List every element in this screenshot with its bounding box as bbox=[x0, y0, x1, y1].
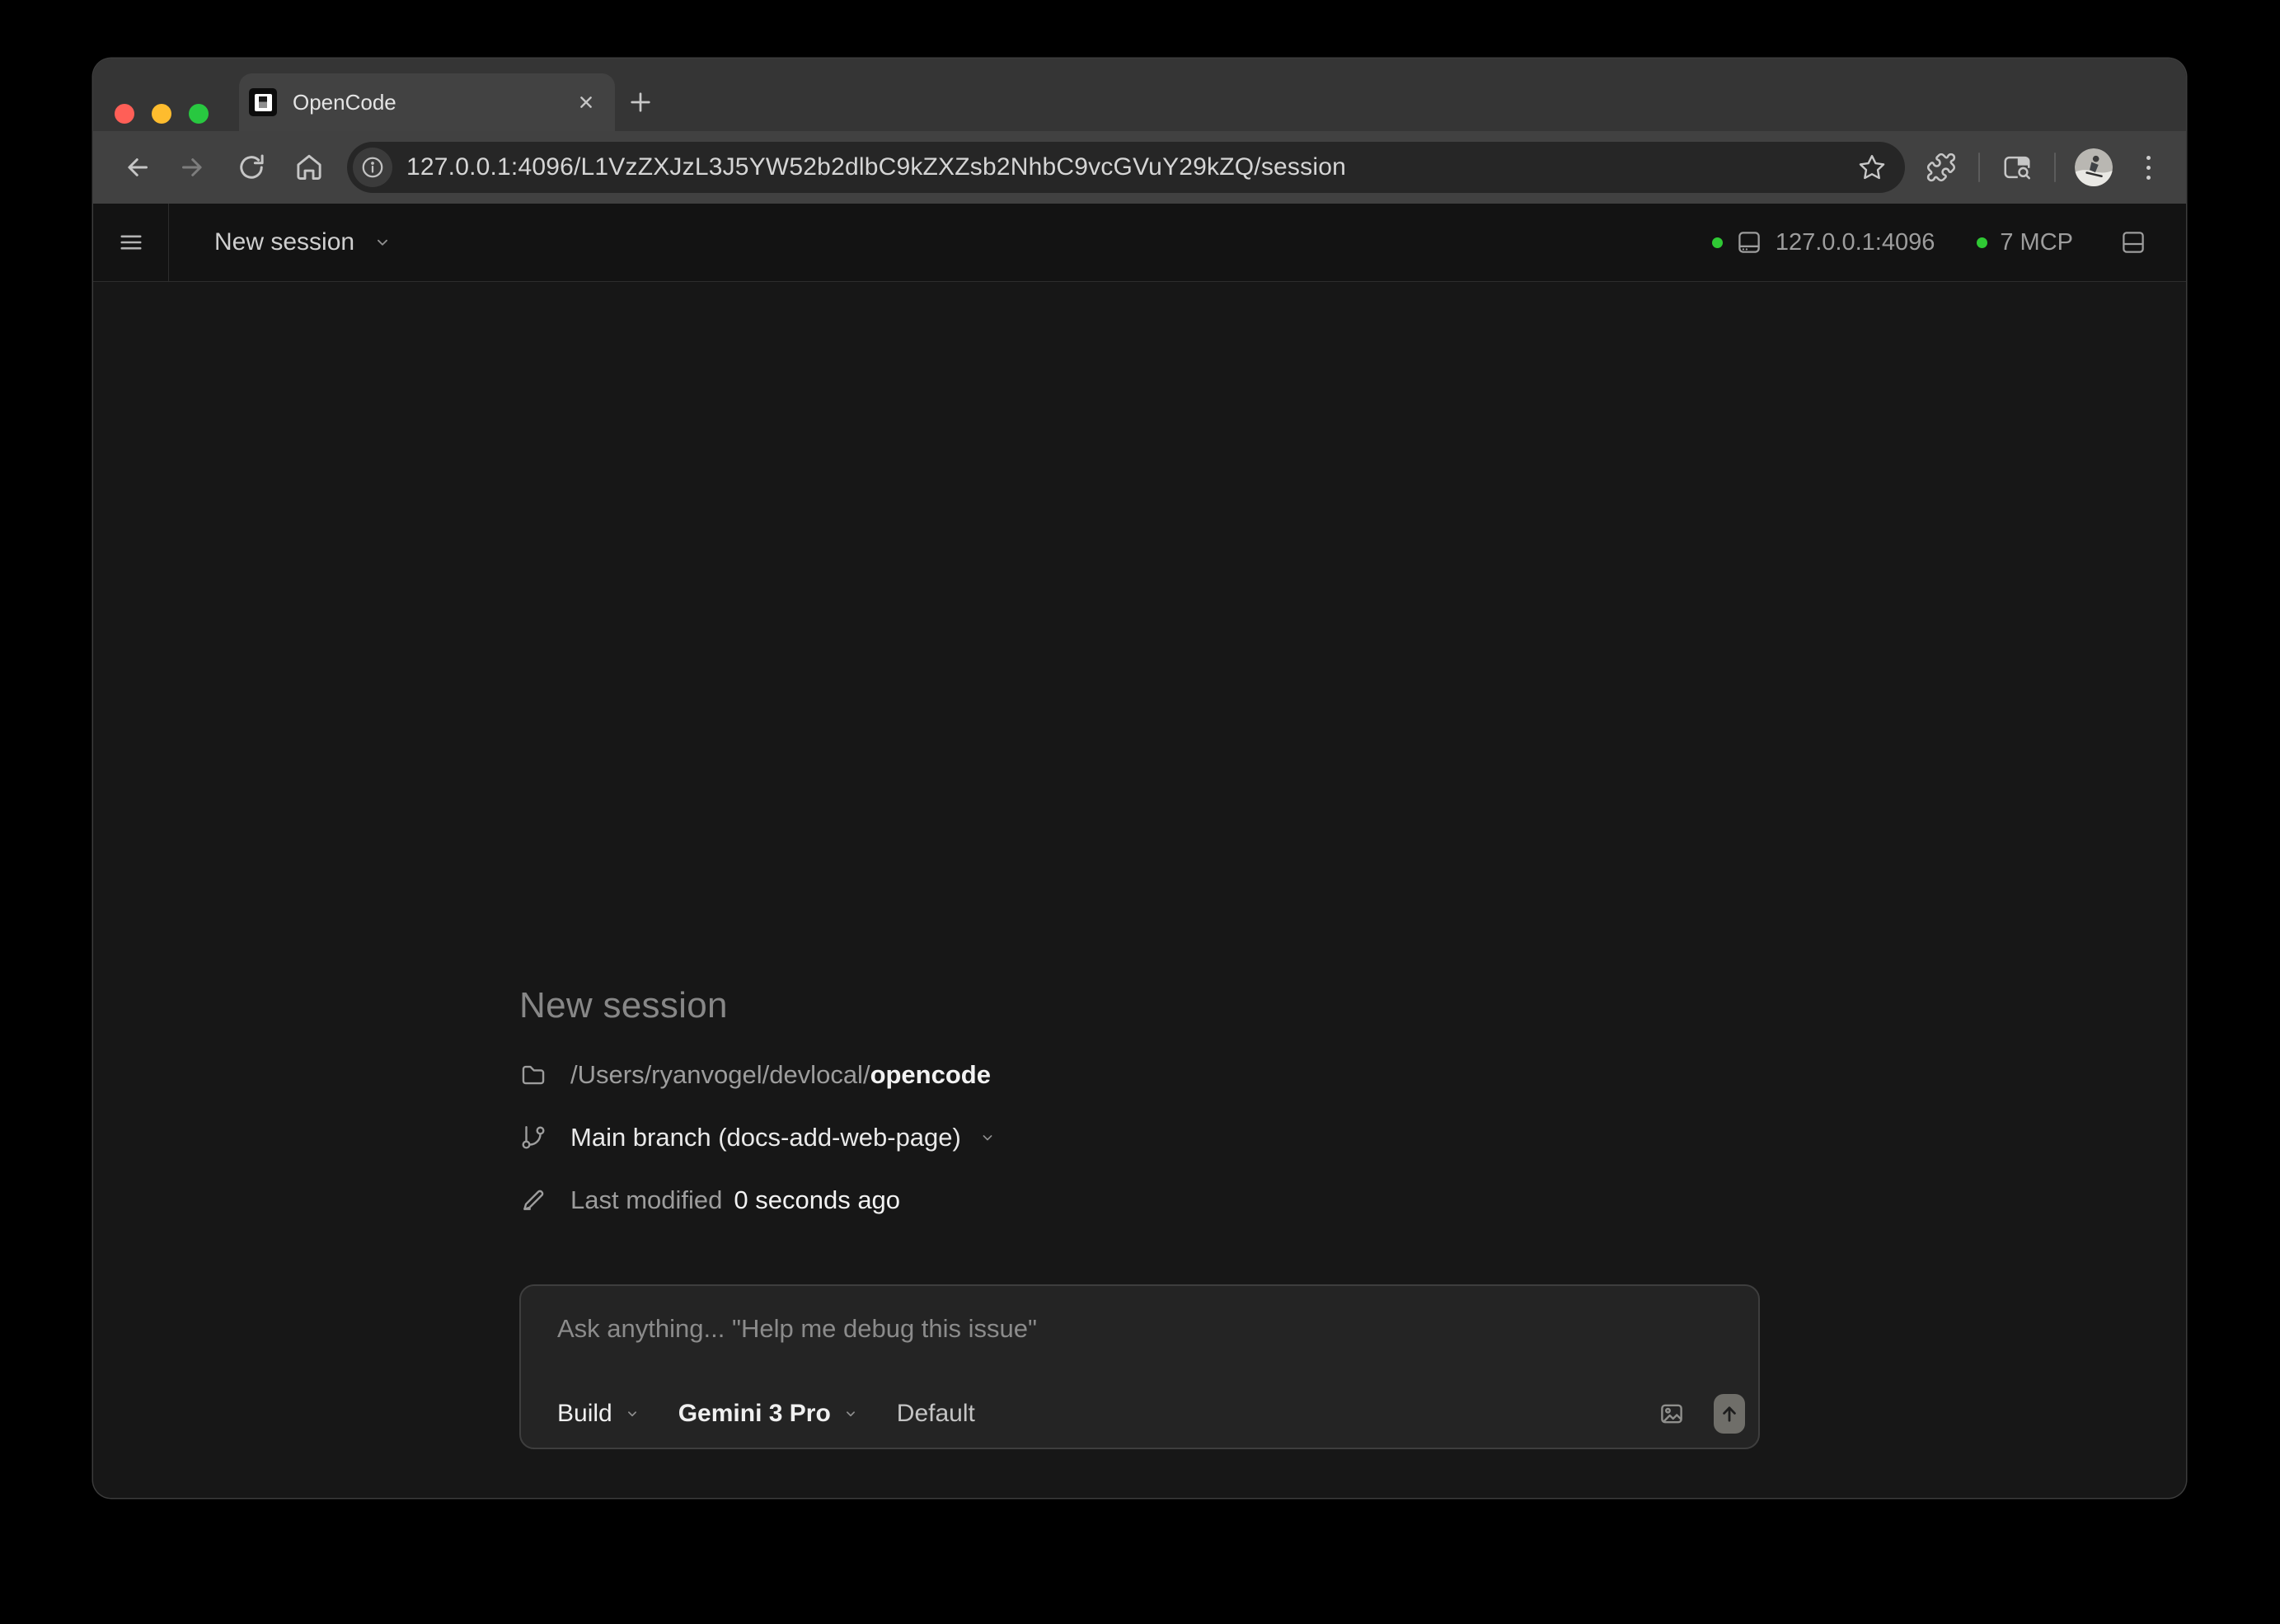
chevron-down-icon bbox=[843, 1406, 858, 1421]
forward-icon bbox=[177, 151, 210, 184]
tab-search-icon bbox=[2001, 152, 2033, 183]
mcp-label: 7 MCP bbox=[2000, 229, 2073, 256]
panel-bottom-icon bbox=[2119, 228, 2147, 256]
mcp-status-dot bbox=[1977, 237, 1987, 248]
model-selector[interactable]: Gemini 3 Pro bbox=[678, 1400, 858, 1428]
server-window-icon bbox=[1735, 228, 1763, 256]
browser-toolbar bbox=[93, 131, 2186, 204]
attach-image-button[interactable] bbox=[1654, 1396, 1690, 1432]
app-header: New session 127.0.0.1:4096 7 MCP bbox=[93, 204, 2186, 282]
address-bar[interactable] bbox=[347, 142, 1905, 193]
url-input[interactable] bbox=[406, 153, 1854, 181]
chevron-down-icon bbox=[373, 233, 392, 251]
session-selector-label: New session bbox=[214, 228, 354, 256]
opencode-favicon bbox=[249, 88, 277, 116]
toolbar-separator bbox=[1978, 153, 1980, 182]
browser-menu-button[interactable] bbox=[2132, 148, 2165, 186]
kebab-icon bbox=[2146, 156, 2151, 160]
send-button[interactable] bbox=[1714, 1394, 1745, 1434]
tab-title: OpenCode bbox=[293, 90, 569, 115]
window-close-button[interactable] bbox=[115, 104, 134, 124]
site-info-button[interactable] bbox=[353, 148, 392, 187]
browser-window: OpenCode bbox=[93, 59, 2186, 1498]
page-title: New session bbox=[519, 984, 1760, 1027]
arrow-up-icon bbox=[1718, 1402, 1741, 1425]
tab-close-button[interactable] bbox=[569, 85, 603, 120]
server-status: 127.0.0.1:4096 bbox=[1712, 228, 1935, 256]
panel-toggle-button[interactable] bbox=[2115, 223, 2151, 261]
server-host-label: 127.0.0.1:4096 bbox=[1776, 229, 1935, 256]
agent-selector[interactable]: Default bbox=[897, 1400, 975, 1428]
directory-name: opencode bbox=[870, 1060, 991, 1089]
directory-prefix: /Users/ryanvogel/devlocal/ bbox=[570, 1060, 870, 1089]
close-icon bbox=[574, 90, 598, 115]
window-minimize-button[interactable] bbox=[152, 104, 171, 124]
window-zoom-button[interactable] bbox=[189, 104, 209, 124]
desktop-background: { "colors": { "accent-green": "#2fc934",… bbox=[0, 0, 2280, 1624]
new-tab-button[interactable] bbox=[615, 73, 666, 131]
branch-row: Main branch (docs-add-web-page) bbox=[519, 1118, 1760, 1157]
opencode-app: New session 127.0.0.1:4096 7 MCP bbox=[93, 204, 2186, 1498]
git-branch-icon bbox=[519, 1124, 547, 1152]
forward-button[interactable] bbox=[172, 146, 215, 189]
folder-icon bbox=[519, 1061, 547, 1089]
agent-label: Default bbox=[897, 1400, 975, 1427]
mode-selector[interactable]: Build bbox=[557, 1400, 640, 1428]
traffic-lights bbox=[115, 104, 209, 124]
reload-button[interactable] bbox=[230, 146, 273, 189]
composer: Build Gemini 3 Pro Default bbox=[519, 1284, 1760, 1449]
session-content: New session /Users/ryanvogel/devlocal/op… bbox=[93, 282, 2186, 1498]
session-selector[interactable]: New session bbox=[214, 204, 392, 281]
reload-icon bbox=[235, 151, 268, 184]
composer-bar: Build Gemini 3 Pro Default bbox=[557, 1393, 1745, 1434]
bookmark-button[interactable] bbox=[1854, 149, 1890, 185]
menu-cell bbox=[93, 204, 169, 281]
extensions-button[interactable] bbox=[1923, 148, 1959, 186]
home-icon bbox=[293, 151, 326, 184]
prompt-input[interactable] bbox=[557, 1314, 1722, 1383]
puzzle-icon bbox=[1926, 152, 1957, 183]
branch-label: Main branch (docs-add-web-page) bbox=[570, 1123, 961, 1152]
pencil-icon bbox=[519, 1186, 547, 1214]
header-right: 127.0.0.1:4096 7 MCP bbox=[1712, 204, 2186, 281]
image-icon bbox=[1658, 1400, 1686, 1428]
hamburger-icon bbox=[116, 228, 146, 257]
browser-tab[interactable]: OpenCode bbox=[239, 73, 615, 131]
modified-row: Last modified 0 seconds ago bbox=[519, 1180, 1760, 1220]
tab-search-button[interactable] bbox=[1999, 148, 2035, 186]
plus-icon bbox=[625, 87, 656, 118]
directory-row: /Users/ryanvogel/devlocal/opencode bbox=[519, 1055, 1760, 1095]
toolbar-separator bbox=[2054, 153, 2056, 182]
chevron-down-icon bbox=[979, 1129, 996, 1146]
star-icon bbox=[1857, 153, 1887, 182]
branch-selector[interactable]: Main branch (docs-add-web-page) bbox=[570, 1123, 996, 1152]
session-column: New session /Users/ryanvogel/devlocal/op… bbox=[519, 984, 1760, 1449]
model-label: Gemini 3 Pro bbox=[678, 1400, 831, 1428]
mode-label: Build bbox=[557, 1400, 612, 1428]
chevron-down-icon bbox=[625, 1406, 640, 1421]
home-button[interactable] bbox=[288, 146, 331, 189]
sidebar-menu-button[interactable] bbox=[106, 218, 156, 267]
server-status-dot bbox=[1712, 237, 1723, 248]
back-button[interactable] bbox=[115, 146, 157, 189]
toolbar-right bbox=[1920, 148, 2165, 186]
directory-path: /Users/ryanvogel/devlocal/opencode bbox=[570, 1060, 991, 1090]
info-icon bbox=[360, 155, 385, 180]
modified-label: Last modified bbox=[570, 1185, 722, 1215]
profile-avatar-button[interactable] bbox=[2075, 148, 2113, 186]
avatar-image bbox=[2075, 148, 2113, 186]
tab-strip: OpenCode bbox=[93, 59, 2186, 131]
back-icon bbox=[120, 151, 152, 184]
modified-value: 0 seconds ago bbox=[734, 1185, 900, 1215]
mcp-status: 7 MCP bbox=[1977, 229, 2073, 256]
